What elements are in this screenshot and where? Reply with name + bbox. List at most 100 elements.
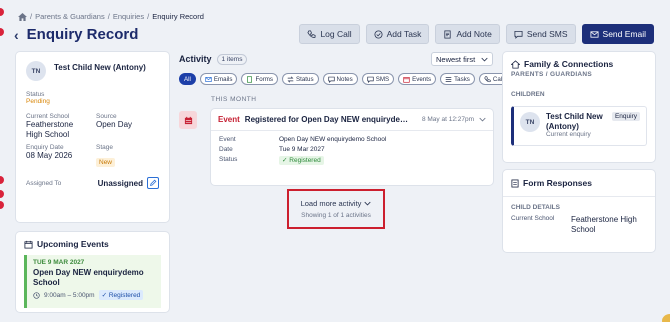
back-chevron-icon[interactable]: ‹ (14, 27, 19, 43)
detail-key: Event (219, 136, 236, 143)
load-more-highlight: Load more activity Showing 1 of 1 activi… (287, 189, 385, 229)
marker-dot (0, 176, 4, 184)
assigned-value: Unassigned (97, 178, 143, 188)
assigned-label: Assigned To (26, 179, 62, 187)
filter-notes[interactable]: Notes (322, 73, 358, 85)
activity-type: Event (218, 115, 240, 124)
upcoming-event-item[interactable]: TUE 9 MAR 2027 Open Day NEW enquirydemo … (24, 255, 161, 308)
calendar-icon (24, 240, 33, 249)
add-task-button[interactable]: Add Task (365, 24, 430, 44)
status-label: Status (26, 91, 45, 98)
status-field: Status Pending (26, 91, 159, 105)
filter-sms[interactable]: SMS (361, 73, 395, 85)
enquiry-badge: Enquiry (611, 112, 640, 121)
help-widget[interactable] (662, 314, 670, 322)
profile-card: TN Test Child New (Antony) Status Pendin… (16, 52, 169, 222)
header-actions: Log Call Add Task Add Note Send SMS Send… (299, 24, 654, 44)
filter-emails-label: Emails (213, 75, 233, 83)
status-value: Pending (26, 98, 50, 105)
marker-dot (0, 190, 4, 198)
document-icon (511, 179, 519, 187)
activity-description: Registered for Open Day NEW enquirydem..… (244, 115, 413, 124)
detail-key: Date (219, 146, 233, 153)
calendar-icon (184, 116, 192, 124)
edit-assignee-button[interactable] (147, 177, 159, 189)
home-icon[interactable] (18, 12, 27, 21)
phone-icon (307, 29, 316, 38)
stage-label: Stage (96, 144, 113, 151)
breadcrumb-current: Enquiry Record (152, 12, 204, 21)
filter-all[interactable]: All (179, 73, 196, 85)
check-circle-icon (374, 29, 383, 39)
chevron-down-icon[interactable] (479, 117, 486, 122)
event-date: TUE 9 MAR 2027 (33, 259, 85, 266)
note-icon (327, 76, 335, 83)
add-note-button[interactable]: Add Note (435, 24, 500, 44)
activity-count-badge: 1 items (216, 53, 248, 65)
child-name: Test Child New (Antony) (545, 112, 603, 131)
current-school-value: Featherstone High School (26, 120, 74, 139)
send-sms-button[interactable]: Send SMS (505, 24, 576, 44)
add-note-label: Add Note (456, 29, 492, 39)
filter-tasks-label: Tasks (454, 75, 470, 83)
send-email-button[interactable]: Send Email (581, 24, 654, 44)
load-more-button[interactable]: Load more activity (301, 199, 372, 208)
breadcrumb-parents[interactable]: Parents & Guardians (35, 12, 105, 21)
filter-events[interactable]: Events (398, 73, 437, 85)
add-task-label: Add Task (386, 29, 422, 39)
stage-badge: New (96, 158, 116, 167)
filter-emails[interactable]: Emails (199, 73, 238, 85)
chat-icon (514, 30, 523, 39)
registered-badge: ✓ Registered (279, 156, 324, 165)
filter-forms-label: Forms (255, 75, 273, 83)
clock-icon (33, 291, 40, 299)
child-avatar: TN (520, 112, 540, 132)
current-school-field: Current School Featherstone High School (26, 113, 96, 140)
enquiry-date-field: Enquiry Date 08 May 2026 (26, 144, 96, 169)
breadcrumb-enquiries[interactable]: Enquiries (113, 12, 144, 21)
send-email-label: Send Email (602, 29, 646, 39)
activity-item-header[interactable]: Event Registered for Open Day NEW enquir… (211, 109, 493, 131)
breadcrumb-sep: / (147, 12, 150, 21)
filter-status[interactable]: Status (282, 73, 319, 85)
send-sms-label: Send SMS (526, 29, 568, 39)
form-responses-title-wrap: Form Responses (503, 170, 655, 197)
activity-filters: All Emails Forms Status Notes SMS Events… (179, 73, 512, 85)
activity-date: 8 May at 12:27pm (421, 116, 474, 123)
log-call-label: Log Call (320, 29, 352, 39)
marker-dot (0, 28, 4, 36)
source-label: Source (96, 113, 117, 120)
load-more-label: Load more activity (300, 199, 362, 208)
child-relation: Current enquiry (545, 131, 591, 139)
detail-status: ✓ Registered (279, 156, 485, 165)
sort-select[interactable]: Newest first (431, 52, 493, 66)
chevron-down-icon (364, 201, 372, 206)
activity-item: Event Registered for Open Day NEW enquir… (211, 109, 493, 185)
form-responses-title: Form Responses (523, 178, 592, 188)
child-details-heading: CHILD DETAILS (511, 204, 560, 211)
filter-tasks[interactable]: Tasks (440, 73, 475, 85)
activity-title-wrap: Activity 1 items (179, 53, 248, 65)
showing-count: Showing 1 of 1 activities (301, 212, 371, 219)
child-item[interactable]: TN Test Child New (Antony) Current enqui… (511, 106, 647, 146)
filter-forms[interactable]: Forms (241, 73, 278, 85)
envelope-icon (590, 30, 599, 38)
enquiry-date-value: 08 May 2026 (26, 151, 73, 160)
home-icon (511, 59, 520, 69)
list-icon (445, 76, 452, 82)
log-call-button[interactable]: Log Call (299, 24, 360, 44)
assigned-value-wrap: Unassigned (98, 177, 159, 189)
form-response-value: Featherstone High School (571, 215, 637, 235)
marker-dot (0, 201, 4, 209)
title-row: ‹ Enquiry Record (14, 26, 138, 43)
family-connections-card: Family & Connections PARENTS / GUARDIANS… (503, 52, 655, 162)
upcoming-events-card: Upcoming Events TUE 9 MAR 2027 Open Day … (16, 232, 169, 312)
detail-key: Status (219, 156, 238, 163)
filter-sms-label: SMS (375, 75, 390, 83)
assigned-field: Assigned To Unassigned (26, 177, 159, 189)
parents-heading: PARENTS / GUARDIANS (511, 71, 593, 78)
source-value: Open Day (96, 120, 133, 129)
family-title-wrap: Family & Connections (511, 59, 647, 69)
activity-header: Activity 1 items Newest first (179, 52, 493, 66)
current-school-label: Current School (26, 113, 70, 120)
